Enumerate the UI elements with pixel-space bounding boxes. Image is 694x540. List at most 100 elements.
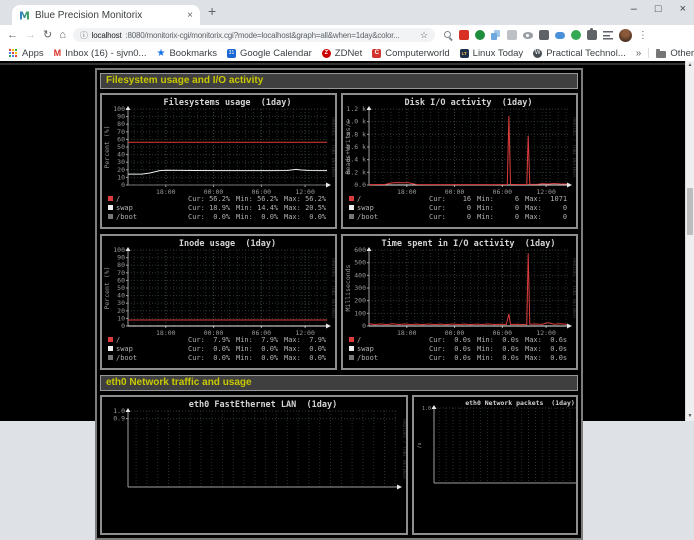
window-maximize-button[interactable]: □ [655,2,662,16]
bookmark-label: Linux Today [473,48,524,59]
svg-text:/: / [357,195,361,203]
svg-text:60: 60 [117,135,125,143]
pages-extension-icon[interactable] [491,30,501,40]
svg-text:40: 40 [117,151,125,159]
svg-text:Min: 0.0%: Min: 0.0% [236,345,279,353]
svg-text:18:00: 18:00 [397,188,417,196]
svg-text:Max: 0: Max: 0 [525,204,567,212]
bookmark-practical-tech[interactable]: W Practical Technol... [533,48,626,59]
svg-text:20: 20 [117,166,125,174]
svg-text:400: 400 [354,271,366,279]
browser-menu-icon[interactable]: ⋮ [638,30,648,41]
mail-checker-extension-icon[interactable] [459,30,469,40]
bookmarks-overflow-chevron[interactable]: » [636,48,642,59]
svg-text:Cur: 18.9%: Cur: 18.9% [188,204,231,212]
site-info-icon[interactable]: ⓘ [80,30,88,41]
svg-text:eth0 FastEthernet LAN (1day): eth0 FastEthernet LAN (1day) [189,400,337,410]
bookmark-linux-today[interactable]: LT Linux Today [460,48,524,59]
other-bookmarks[interactable]: Other bookmarks [656,48,694,59]
url-bar[interactable]: ⓘ localhost:8080/monitorix-cgi/monitorix… [73,28,435,42]
svg-text:Min: 6: Min: 6 [477,195,519,203]
page-top-divider [0,63,685,65]
svg-text:18:00: 18:00 [156,188,176,196]
home-icon[interactable]: ⌂ [59,30,66,41]
chart-inode-usage[interactable]: 010203040506070809010018:0000:0006:0012:… [100,234,337,370]
dark-app-extension-icon[interactable] [539,30,549,40]
svg-text:18:00: 18:00 [156,329,176,337]
extensions-puzzle-icon[interactable] [587,30,597,40]
chart-disk-io-activity[interactable]: 0.00.2 k0.4 k0.6 k0.8 k1.0 k1.2 k18:0000… [341,93,578,229]
green-status-extension-icon[interactable] [571,30,581,40]
svg-text:Cur: 0.0%: Cur: 0.0% [188,354,231,362]
bookmark-label: Inbox (16) - sjvn0... [65,48,146,59]
svg-text:50: 50 [117,284,125,292]
green-share-extension-icon[interactable] [475,30,485,40]
svg-text:Percent (%): Percent (%) [103,125,111,168]
computerworld-icon: C [372,49,381,58]
bookmark-bookmarks[interactable]: ★ Bookmarks [156,48,216,59]
svg-text:30: 30 [117,158,125,166]
eye-extension-icon[interactable] [523,32,533,39]
svg-text:RRDTOOL / TOBI OETIKER: RRDTOOL / TOBI OETIKER [571,258,576,318]
bookmark-apps[interactable]: Apps [8,48,44,59]
linux-today-icon: LT [460,49,469,58]
forward-icon: → [25,30,36,41]
svg-text:RRDTOOL / TOBI OETIKER: RRDTOOL / TOBI OETIKER [571,117,576,177]
section-header-eth0: eth0 Network traffic and usage [100,375,578,391]
svg-text:10: 10 [117,173,125,181]
bookmark-inbox[interactable]: M Inbox (16) - sjvn0... [54,48,147,59]
page-content: Filesystem usage and I/O activity 010203… [0,61,694,421]
bookmark-computerworld[interactable]: C Computerworld [372,48,449,59]
svg-text:80: 80 [117,261,125,269]
svg-text:Min: 0.0%: Min: 0.0% [236,213,279,221]
svg-text:/boot: /boot [116,354,137,362]
svg-text:Max: 56.2%: Max: 56.2% [284,195,327,203]
scrollbar-thumb[interactable] [687,188,693,235]
svg-text:Min: 0.0s: Min: 0.0s [477,354,519,362]
bookmark-label: Practical Technol... [546,48,626,59]
reload-icon[interactable]: ↻ [43,30,52,41]
svg-text:Max: 7.9%: Max: 7.9% [284,336,327,344]
svg-text:/: / [357,336,361,344]
chart-time-spent-io[interactable]: 010020030040050060018:0000:0006:0012:00M… [341,234,578,370]
svg-text:100: 100 [113,246,125,254]
svg-text:80: 80 [117,120,125,128]
gray-card-extension-icon[interactable] [507,30,517,40]
profile-avatar[interactable] [619,29,632,42]
svg-text:600: 600 [354,246,366,254]
svg-text:20: 20 [117,307,125,315]
svg-text:30: 30 [117,299,125,307]
svg-text:Min: 0.0s: Min: 0.0s [477,336,519,344]
back-icon[interactable]: ← [7,30,18,41]
new-tab-button[interactable]: + [208,3,216,19]
svg-text:/s: /s [417,442,423,448]
monitorix-favicon: M [19,10,30,21]
page-scrollbar[interactable]: ▲ ▼ [685,61,694,421]
svg-text:90: 90 [117,113,125,121]
scrollbar-up-icon[interactable]: ▲ [686,61,694,70]
svg-text:RRDTOOL / TOBI OETIKER: RRDTOOL / TOBI OETIKER [401,419,406,479]
chart-eth0-packets[interactable]: 1.0/seth0 Network packets (1day) [412,395,578,535]
blue-messenger-extension-icon[interactable] [555,32,565,39]
scrollbar-down-icon[interactable]: ▼ [686,412,694,421]
chart-filesystems-usage[interactable]: 010203040506070809010018:0000:0006:0012:… [100,93,337,229]
tab-close-icon[interactable]: × [187,10,193,21]
svg-text:Cur: 0.0%: Cur: 0.0% [188,345,231,353]
browser-tab[interactable]: M Blue Precision Monitorix × [12,5,200,25]
svg-text:0: 0 [121,181,125,189]
tab-list-icon[interactable] [603,30,613,40]
bookmark-star-icon[interactable]: ☆ [420,30,428,41]
svg-text:10: 10 [117,314,125,322]
window-close-button[interactable]: × [680,2,686,16]
svg-text:Max: 0.0s: Max: 0.0s [525,354,567,362]
svg-text:swap: swap [116,345,133,353]
chart-eth0-traffic[interactable]: 1.00.9RRDTOOL / TOBI OETIKEReth0 FastEth… [100,395,408,535]
bookmark-zdnet[interactable]: Z ZDNet [322,48,362,59]
svg-text:Max: 0.0s: Max: 0.0s [525,345,567,353]
bookmark-google-calendar[interactable]: 31 Google Calendar [227,48,312,59]
svg-text:Cur: 0: Cur: 0 [429,213,471,221]
search-extension-icon[interactable] [443,30,453,40]
window-minimize-button[interactable]: – [631,2,637,16]
svg-text:60: 60 [117,276,125,284]
svg-text:0.9: 0.9 [113,415,125,423]
